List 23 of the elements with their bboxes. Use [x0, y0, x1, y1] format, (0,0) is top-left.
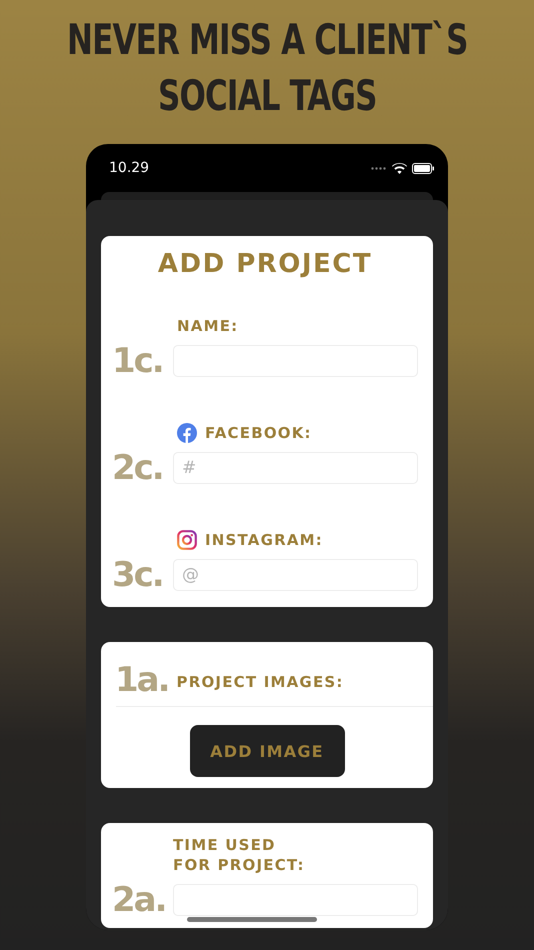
signal-icon [371, 166, 387, 170]
input-field[interactable] [173, 884, 418, 916]
facebook-icon [177, 423, 197, 443]
step-number: 2c. [112, 451, 164, 485]
field-label: PROJECT IMAGES: [176, 672, 344, 692]
input-field[interactable]: @ [173, 559, 418, 591]
field-label: NAME: [177, 316, 238, 336]
headline: SOCIAL TAGS [158, 70, 376, 122]
step-number: 1a. [115, 663, 169, 697]
add-image-button[interactable]: ADD IMAGE [190, 725, 344, 777]
field-label: FACEBOOK: [205, 423, 312, 443]
card-title: ADD PROJECT [156, 250, 374, 278]
input-field[interactable]: # [173, 452, 418, 484]
headline: NEVER MISS A CLIENT`S [66, 14, 468, 66]
wifi-icon [392, 162, 407, 174]
status-time: 10.29 [109, 160, 150, 176]
instagram-icon [177, 530, 197, 550]
step-number: 1c. [112, 344, 164, 378]
field-label: INSTAGRAM: [205, 530, 324, 550]
field-label: TIME USED FOR PROJECT: [173, 835, 306, 875]
step-number: 3c. [112, 558, 164, 592]
battery-icon [412, 162, 434, 174]
step-number: 2a. [112, 883, 167, 917]
